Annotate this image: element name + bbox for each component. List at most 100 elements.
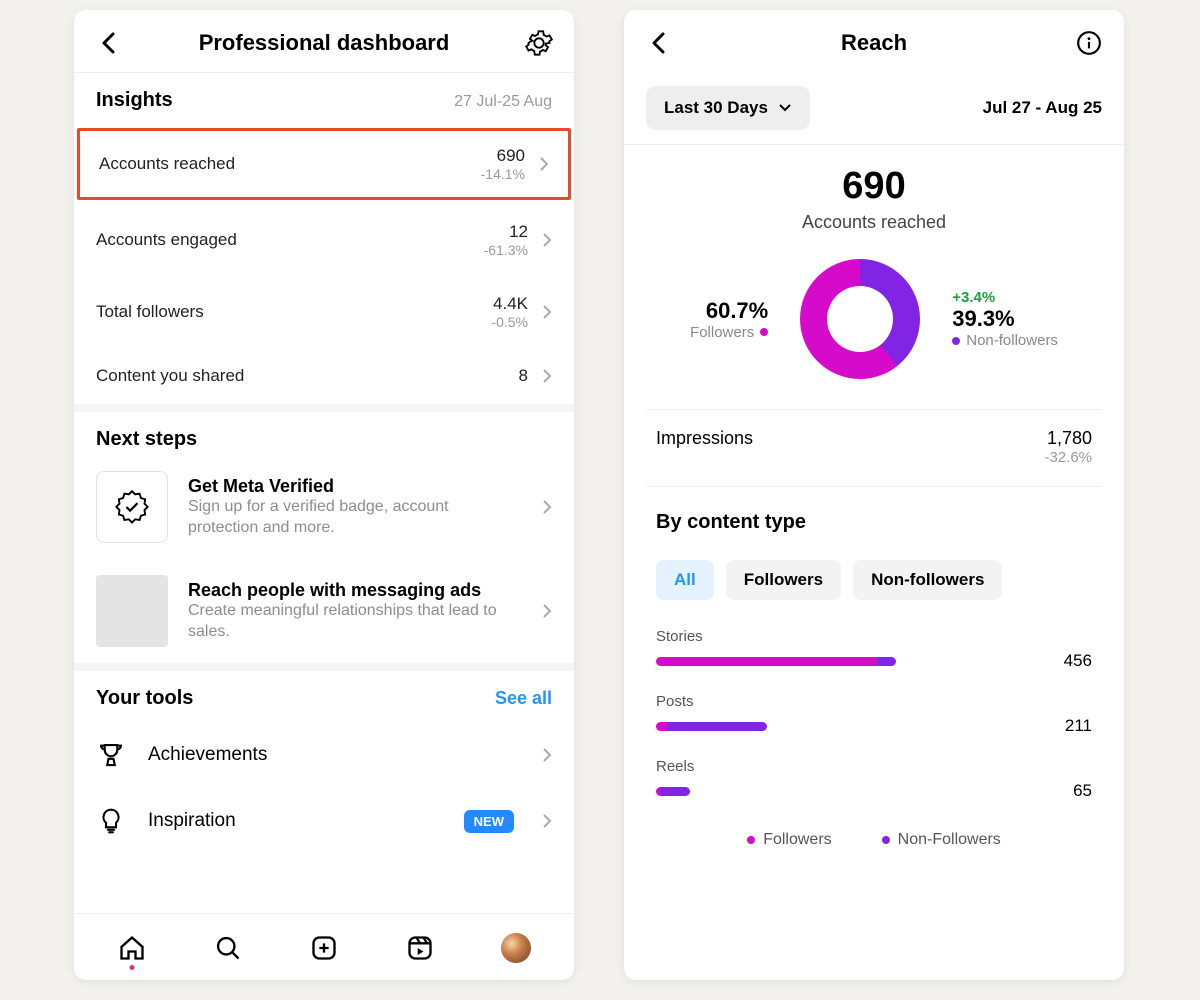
content-bar-label: Reels — [656, 758, 1092, 775]
content-bar-followers — [656, 722, 667, 731]
notification-dot-icon — [130, 965, 135, 970]
insights-title: Insights — [96, 89, 173, 112]
gear-icon — [525, 29, 553, 57]
pill-all[interactable]: All — [656, 560, 714, 600]
page-title: Professional dashboard — [199, 30, 450, 56]
content-type-title: By content type — [656, 511, 1092, 534]
bulb-icon — [96, 806, 126, 836]
content-bar-track — [656, 787, 690, 796]
metric-label: Total followers — [96, 302, 204, 322]
tool-inspiration[interactable]: Inspiration NEW — [74, 788, 574, 854]
tool-achievements[interactable]: Achievements — [74, 722, 574, 788]
pill-followers[interactable]: Followers — [726, 560, 841, 600]
followers-dot-icon — [747, 836, 755, 844]
tools-header: Your tools See all — [74, 671, 574, 722]
verified-badge-icon — [96, 471, 168, 543]
back-button[interactable] — [644, 28, 674, 58]
nonfollowers-dot-icon — [882, 836, 890, 844]
chevron-right-icon — [542, 368, 552, 384]
legend-followers: Followers — [763, 831, 831, 849]
date-range-chip[interactable]: Last 30 Days — [646, 86, 810, 130]
home-icon — [118, 934, 146, 962]
search-icon — [214, 934, 242, 962]
metric-delta: -61.3% — [484, 242, 528, 258]
reach-hero-label: Accounts reached — [646, 212, 1102, 233]
back-button[interactable] — [94, 28, 124, 58]
followers-legend: 60.7% Followers — [690, 298, 768, 341]
see-all-link[interactable]: See all — [495, 688, 552, 709]
date-range-chip-label: Last 30 Days — [664, 98, 768, 118]
tab-profile[interactable] — [498, 930, 534, 966]
content-bar-track — [656, 722, 767, 731]
content-bar-value: 456 — [1054, 651, 1092, 671]
trophy-icon — [96, 740, 126, 770]
tab-home[interactable] — [114, 930, 150, 966]
chevron-right-icon — [542, 603, 552, 619]
legend-nonfollowers: Non-Followers — [898, 831, 1001, 849]
tab-create[interactable] — [306, 930, 342, 966]
followers-pct: 60.7% — [690, 298, 768, 324]
metric-value: 690 — [481, 146, 525, 166]
followers-dot-icon — [760, 328, 768, 336]
plus-square-icon — [310, 934, 338, 962]
next-step-messaging-ads[interactable]: Reach people with messaging ads Create m… — [74, 559, 574, 663]
next-step-meta-verified[interactable]: Get Meta Verified Sign up for a verified… — [74, 455, 574, 559]
reach-donut-chart: 60.7% Followers +3.4% 39.3% Non-follower… — [646, 239, 1102, 409]
chevron-right-icon — [542, 304, 552, 320]
dashboard-screen: Professional dashboard Insights 27 Jul-2… — [74, 10, 574, 980]
page-title: Reach — [841, 30, 907, 56]
reels-icon — [406, 934, 434, 962]
nonfollowers-label: Non-followers — [966, 332, 1058, 349]
settings-button[interactable] — [524, 28, 554, 58]
content-bar-label: Stories — [656, 628, 1092, 645]
info-button[interactable] — [1074, 28, 1104, 58]
chevron-left-icon — [101, 32, 117, 54]
metric-label: Content you shared — [96, 366, 244, 386]
date-range-text: Jul 27 - Aug 25 — [983, 98, 1102, 118]
content-bar-row: Stories 456 — [656, 628, 1092, 671]
metric-accounts-reached[interactable]: Accounts reached 690 -14.1% — [77, 128, 571, 200]
impressions-delta: -32.6% — [1044, 449, 1092, 466]
content-bar-row: Posts211 — [656, 693, 1092, 736]
next-steps-title: Next steps — [96, 428, 197, 451]
metric-value: 12 — [484, 222, 528, 242]
info-icon — [1076, 30, 1102, 56]
next-step-title: Get Meta Verified — [188, 476, 508, 497]
avatar — [501, 933, 531, 963]
tab-reels[interactable] — [402, 930, 438, 966]
content-type-filter: All Followers Non-followers — [656, 560, 1092, 600]
chevron-right-icon — [542, 499, 552, 515]
chevron-left-icon — [651, 32, 667, 54]
next-steps-header: Next steps — [74, 412, 574, 455]
metric-delta: -0.5% — [491, 314, 528, 330]
pill-nonfollowers[interactable]: Non-followers — [853, 560, 1002, 600]
metric-content-shared[interactable]: Content you shared 8 — [74, 348, 574, 404]
nonfollowers-dot-icon — [952, 337, 960, 345]
content-type-section: By content type All Followers Non-follow… — [646, 487, 1102, 849]
tab-search[interactable] — [210, 930, 246, 966]
next-step-title: Reach people with messaging ads — [188, 580, 508, 601]
chevron-right-icon — [542, 232, 552, 248]
chevron-right-icon — [542, 747, 552, 763]
content-type-legend: Followers Non-Followers — [656, 823, 1092, 849]
next-step-desc: Create meaningful relationships that lea… — [188, 601, 508, 643]
content-bar-track — [656, 657, 896, 666]
metric-total-followers[interactable]: Total followers 4.4K -0.5% — [74, 276, 574, 348]
content-bar-value: 211 — [1055, 716, 1092, 736]
metric-accounts-engaged[interactable]: Accounts engaged 12 -61.3% — [74, 204, 574, 276]
chevron-right-icon — [542, 813, 552, 829]
nonfollowers-delta: +3.4% — [952, 289, 1058, 306]
content-bar-value: 65 — [1063, 781, 1092, 801]
tool-label: Inspiration — [148, 810, 236, 832]
tool-label: Achievements — [148, 744, 267, 766]
metric-delta: -14.1% — [481, 166, 525, 182]
metric-label: Accounts engaged — [96, 230, 237, 250]
impressions-row[interactable]: Impressions 1,780 -32.6% — [646, 410, 1102, 486]
nonfollowers-legend: +3.4% 39.3% Non-followers — [952, 289, 1058, 349]
nonfollowers-pct: 39.3% — [952, 306, 1058, 332]
metric-value: 8 — [519, 366, 528, 386]
reach-header: Reach — [624, 10, 1124, 72]
chevron-right-icon — [539, 156, 549, 172]
content-bar-nonfollowers — [667, 722, 767, 731]
impressions-value: 1,780 — [1044, 428, 1092, 449]
